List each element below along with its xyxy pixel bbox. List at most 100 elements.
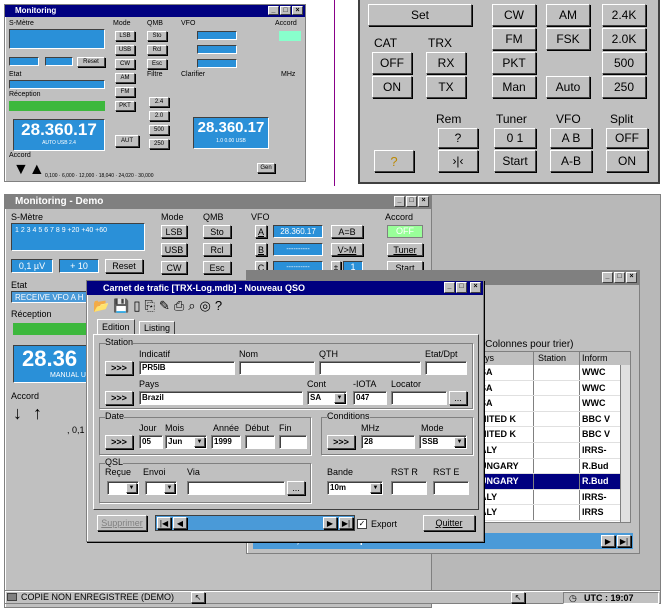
esc-button[interactable]: Esc (147, 59, 167, 69)
qth-input[interactable] (319, 361, 421, 375)
minimize-button[interactable]: _ (444, 282, 455, 293)
set-conditions-button[interactable]: >>> (327, 435, 355, 449)
locator-input[interactable] (391, 391, 447, 405)
maximize-button[interactable]: □ (456, 282, 467, 293)
cw-button[interactable]: CW (115, 59, 135, 69)
filter-250-button[interactable]: 250 (602, 76, 646, 98)
last-record-icon[interactable]: ▶| (617, 535, 631, 547)
supprimer-button[interactable]: Supprimer (97, 515, 147, 531)
filter-2-0k-button[interactable]: 2.0K (602, 28, 646, 50)
quitter-button[interactable]: Quitter (423, 515, 475, 531)
locator-browse-button[interactable]: ... (449, 391, 467, 405)
fsk-mode-button[interactable]: FSK (546, 28, 590, 50)
next-record-icon[interactable]: ▶ (323, 517, 337, 529)
lookup-country-button[interactable]: >>> (105, 391, 133, 405)
a-eq-b-button[interactable]: A=B (331, 225, 363, 238)
table-row[interactable]: ALY IRRS- (478, 489, 630, 506)
edit-icon[interactable]: ✎ (159, 298, 174, 313)
split-off-button[interactable]: OFF (606, 128, 648, 148)
lsb-button[interactable]: LSB (115, 31, 135, 41)
chevron-down-icon[interactable]: ▼ (164, 483, 175, 493)
lookup-station-button[interactable]: >>> (105, 361, 133, 375)
trx-rx-button[interactable]: RX (426, 52, 466, 74)
tuner-button[interactable]: Tuner (387, 243, 423, 256)
minimize-button[interactable]: _ (394, 196, 405, 207)
fm-button[interactable]: FM (115, 87, 135, 97)
cw-mode-button[interactable]: CW (492, 4, 536, 26)
next-record-icon[interactable]: ▶ (601, 535, 615, 547)
via-browse-button[interactable]: ... (287, 481, 305, 495)
table-row[interactable]: UNGARY R.Bud (478, 458, 630, 475)
filter-500-button[interactable]: 500 (602, 52, 646, 74)
help-icon[interactable]: ? (374, 150, 414, 172)
scrollbar[interactable] (620, 365, 630, 522)
trx-tx-button[interactable]: TX (426, 76, 466, 98)
esc-button[interactable]: Esc (203, 261, 231, 274)
rem-connect-icon[interactable]: ›|‹ (438, 150, 478, 172)
sto-button[interactable]: Sto (203, 225, 231, 238)
indicatif-input[interactable]: PR5IB (139, 361, 235, 375)
annee-input[interactable]: 1999 (211, 435, 241, 449)
fin-input[interactable] (279, 435, 307, 449)
debut-input[interactable] (245, 435, 275, 449)
manual-button[interactable]: Man (492, 76, 536, 98)
cw-button[interactable]: CW (161, 261, 187, 274)
first-record-icon[interactable]: |◀ (157, 517, 171, 529)
close-button[interactable]: × (418, 196, 429, 207)
chevron-down-icon[interactable]: ▼ (370, 483, 381, 493)
set-date-button[interactable]: >>> (105, 435, 133, 449)
chevron-down-icon[interactable]: ▼ (126, 483, 137, 493)
filter-2-0-button[interactable]: 2.0 (149, 111, 169, 121)
filter-2-4-button[interactable]: 2.4 (149, 97, 169, 107)
print-icon[interactable]: ⎙ (174, 298, 188, 313)
save-icon[interactable]: 💾 (113, 298, 133, 313)
reset-button[interactable]: Reset (105, 259, 143, 273)
last-record-icon[interactable]: ▶| (339, 517, 353, 529)
gen-button[interactable]: Gen (257, 163, 275, 173)
aut-button[interactable]: AUT (115, 135, 139, 147)
table-row[interactable]: SA WWC (478, 365, 630, 381)
table-row[interactable]: ALY IRRS (478, 505, 630, 521)
minimize-button[interactable]: _ (268, 6, 279, 15)
col-station[interactable]: Station (534, 352, 580, 365)
auto-button[interactable]: Auto (546, 76, 590, 98)
via-input[interactable] (187, 481, 285, 495)
rcl-button[interactable]: Rcl (147, 45, 167, 55)
vfo-a-eq-b-button[interactable]: A-B (550, 150, 592, 172)
etat-dpt-input[interactable] (425, 361, 467, 375)
fm-mode-button[interactable]: FM (492, 28, 536, 50)
rst-r-input[interactable] (391, 481, 427, 495)
table-row[interactable]: SA WWC (478, 396, 630, 412)
usb-button[interactable]: USB (161, 243, 187, 256)
close-button[interactable]: × (626, 272, 637, 283)
pays-input[interactable]: Brazil (139, 391, 303, 405)
table-row[interactable]: NITED K BBC V (478, 411, 630, 428)
jour-input[interactable]: 05 (139, 435, 163, 449)
filter-2-4k-button[interactable]: 2.4K (602, 4, 646, 26)
new-icon[interactable]: ▯ (133, 298, 144, 313)
usb-button[interactable]: USB (115, 45, 135, 55)
chevron-down-icon[interactable]: ▼ (334, 393, 345, 403)
close-button[interactable]: × (470, 282, 481, 293)
rem-help-button[interactable]: ? (438, 128, 478, 148)
tuner-start-button[interactable]: Start (494, 150, 536, 172)
table-row[interactable]: ALY IRRS- (478, 442, 630, 459)
table-row[interactable]: NITED K BBC V (478, 427, 630, 443)
cat-off-button[interactable]: OFF (372, 52, 412, 74)
mhz-input[interactable]: 28 (361, 435, 415, 449)
am-mode-button[interactable]: AM (546, 4, 590, 26)
maximize-button[interactable]: □ (280, 6, 291, 15)
filter-500-button[interactable]: 500 (149, 125, 169, 135)
tab-listing[interactable]: Listing (139, 321, 176, 335)
table-row[interactable]: SA WWC (478, 380, 630, 397)
sto-button[interactable]: Sto (147, 31, 167, 41)
v-to-m-button[interactable]: V>M (331, 243, 363, 256)
vfo-ab-button[interactable]: A B (550, 128, 592, 148)
table-row[interactable]: UNGARY R.Bud (478, 474, 630, 490)
col-country[interactable]: ays (478, 352, 534, 365)
globe-icon[interactable]: ◎ (200, 298, 215, 313)
pointer-icon[interactable]: ↖ (191, 592, 205, 603)
cursor-icon[interactable]: ↖ (511, 592, 525, 603)
col-inform[interactable]: Inform (580, 352, 620, 365)
search-icon[interactable]: ⌕ (188, 298, 199, 313)
